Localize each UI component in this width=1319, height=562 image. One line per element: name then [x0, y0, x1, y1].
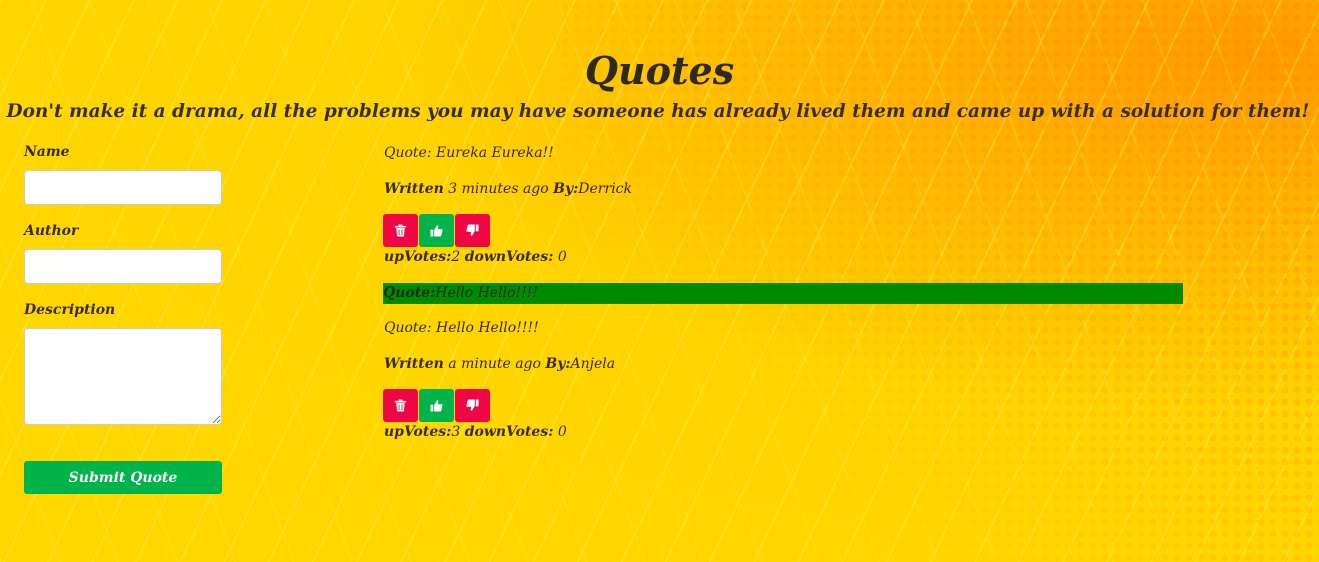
- thumbs-up-icon: [430, 225, 443, 237]
- downvotes-label: downVotes:: [464, 249, 554, 265]
- upvote-button[interactable]: [419, 389, 454, 422]
- page-title: Quotes: [584, 48, 735, 93]
- downvotes-count: 0: [557, 249, 567, 265]
- description-label: Description: [24, 302, 116, 318]
- thumbs-down-icon: [466, 399, 479, 411]
- quote-form: Name Author Description Submit Quote: [24, 144, 222, 494]
- author-input[interactable]: [24, 249, 222, 284]
- upvotes-label: upVotes:: [384, 249, 452, 265]
- highlight-text: Hello Hello!!!!: [435, 285, 538, 301]
- upvotes-count: 2: [451, 249, 461, 265]
- page-tagline: Don't make it a drama, all the problems …: [6, 101, 1310, 122]
- author-label: Author: [24, 223, 79, 239]
- quote-meta: Written 3 minutes ago By:Derrick: [384, 180, 1183, 198]
- delete-button[interactable]: [383, 389, 418, 422]
- by-label: By:: [553, 181, 579, 197]
- vote-counts: upVotes:2 downVotes: 0: [384, 248, 1183, 266]
- thumbs-up-icon: [430, 400, 443, 412]
- highlight-label: Quote:: [383, 285, 436, 301]
- downvotes-count: 0: [557, 424, 567, 440]
- vote-counts: upVotes:3 downVotes: 0: [384, 423, 1183, 441]
- upvotes-label: upVotes:: [384, 424, 452, 440]
- quote-time: a minute ago: [448, 356, 541, 372]
- trash-icon: [394, 224, 407, 237]
- downvotes-label: downVotes:: [464, 424, 554, 440]
- written-label: Written: [384, 356, 444, 372]
- by-label: By:: [545, 356, 571, 372]
- quote-actions: [383, 214, 1183, 247]
- quote-item: Quote: Hello Hello!!!! Written a minute …: [383, 319, 1183, 441]
- name-input[interactable]: [24, 170, 222, 205]
- quote-meta: Written a minute ago By:Anjela: [384, 355, 1183, 373]
- downvote-button[interactable]: [455, 214, 490, 247]
- thumbs-down-icon: [466, 224, 479, 236]
- submit-quote-button[interactable]: Submit Quote: [24, 461, 222, 494]
- quote-author: Anjela: [570, 356, 616, 372]
- quote-text: Quote: Hello Hello!!!!: [384, 320, 539, 336]
- written-label: Written: [384, 181, 444, 197]
- quote-actions: [383, 389, 1183, 422]
- upvotes-count: 3: [451, 424, 461, 440]
- downvote-button[interactable]: [455, 389, 490, 422]
- trash-icon: [394, 399, 407, 412]
- quote-author: Derrick: [578, 181, 632, 197]
- upvote-button[interactable]: [419, 214, 454, 247]
- description-textarea[interactable]: [24, 328, 222, 425]
- delete-button[interactable]: [383, 214, 418, 247]
- quote-text: Quote: Eureka Eureka!!: [384, 145, 554, 161]
- quote-item: Quote: Eureka Eureka!! Written 3 minutes…: [383, 144, 1183, 266]
- name-label: Name: [24, 144, 70, 160]
- quote-time: 3 minutes ago: [448, 181, 549, 197]
- highlighted-quote: Quote:Hello Hello!!!!: [383, 283, 1183, 304]
